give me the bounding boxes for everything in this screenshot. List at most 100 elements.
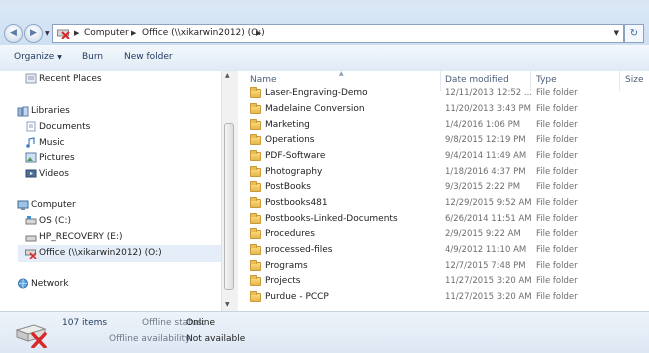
offline-availability-value: Not available [186, 334, 246, 344]
file-name: Marketing [265, 120, 310, 130]
file-name: Projects [265, 276, 301, 286]
file-type: File folder [536, 261, 578, 271]
scroll-down-icon[interactable]: ▼ [225, 301, 230, 308]
forward-button[interactable]: ▶ [24, 24, 43, 43]
table-row[interactable]: Purdue - PCCP 11/27/2015 3:20 AM File fo… [238, 290, 649, 306]
file-list: ▲ Name Date modified Type Size Laser-Eng… [238, 71, 649, 311]
sort-ascending-icon: ▲ [339, 71, 344, 77]
file-name: Postbooks481 [265, 198, 328, 208]
table-row[interactable]: processed-files 4/9/2012 11:10 AM File f… [238, 243, 649, 259]
table-row[interactable]: Postbooks-Linked-Documents 6/26/2014 11:… [238, 212, 649, 228]
scrollbar-thumb[interactable] [224, 123, 234, 290]
documents-icon [26, 121, 36, 132]
table-row[interactable]: Postbooks481 12/29/2015 9:52 AM File fol… [238, 196, 649, 212]
nav-item-recent-places[interactable]: Recent Places [39, 74, 102, 84]
details-pane: 107 items Offline status: Online Offline… [0, 311, 649, 353]
file-type: File folder [536, 198, 578, 208]
network-drive-disconnected-icon [57, 29, 70, 39]
file-date: 12/29/2015 9:52 AM [445, 198, 532, 208]
file-type: File folder [536, 214, 578, 224]
file-name: Postbooks-Linked-Documents [265, 214, 398, 224]
table-row[interactable]: Photography 1/18/2016 4:37 PM File folde… [238, 165, 649, 181]
offline-availability-label: Offline availability: [109, 334, 193, 344]
folder-icon [250, 275, 261, 286]
music-icon [26, 137, 35, 148]
file-date: 6/26/2014 11:51 AM [445, 214, 532, 224]
file-name: PDF-Software [265, 151, 326, 161]
nav-item-videos[interactable]: Videos [39, 169, 69, 179]
nav-item-music[interactable]: Music [39, 138, 65, 148]
nav-item-office-drive[interactable]: Office (\\xikarwin2012) (O:) [39, 248, 162, 258]
table-row[interactable]: PDF-Software 9/4/2014 11:49 AM File fold… [238, 149, 649, 165]
breadcrumb-computer[interactable]: Computer [84, 28, 129, 38]
table-row[interactable]: PostBooks 9/3/2015 2:22 PM File folder [238, 180, 649, 196]
recent-places-icon [25, 73, 37, 84]
navigation-pane: Recent Places Libraries Documents Music … [0, 71, 221, 311]
table-row[interactable]: Laser-Engraving-Demo 12/11/2013 12:52 ..… [238, 86, 649, 102]
folder-icon [250, 228, 261, 239]
folder-icon [250, 197, 261, 208]
nav-item-documents[interactable]: Documents [39, 122, 90, 132]
back-arrow-icon: ◀ [10, 28, 17, 38]
file-date: 12/7/2015 7:48 PM [445, 261, 526, 271]
command-bar: Organize ▼ Burn New folder [0, 45, 649, 72]
nav-item-libraries[interactable]: Libraries [31, 106, 70, 116]
organize-button[interactable]: Organize ▼ [14, 52, 62, 62]
file-date: 11/20/2013 3:43 PM [445, 104, 531, 114]
column-header-name[interactable]: Name [250, 75, 277, 85]
offline-status-value: Online [186, 318, 216, 328]
file-date: 9/3/2015 2:22 PM [445, 182, 521, 192]
table-row[interactable]: Procedures 2/9/2015 9:22 AM File folder [238, 227, 649, 243]
nav-item-os-drive[interactable]: OS (C:) [39, 216, 71, 226]
back-button[interactable]: ◀ [4, 24, 23, 43]
navigation-scrollbar[interactable]: ▲ ▼ [221, 71, 237, 311]
network-drive-disconnected-icon [15, 324, 47, 348]
folder-icon [250, 244, 261, 255]
column-header-date[interactable]: Date modified [445, 75, 509, 85]
history-dropdown-icon[interactable]: ▼ [45, 30, 50, 37]
os-drive-icon [25, 216, 37, 225]
folder-icon [250, 181, 261, 192]
nav-item-computer[interactable]: Computer [31, 200, 76, 210]
column-header-type[interactable]: Type [536, 75, 557, 85]
address-bar[interactable]: ▶ Computer ▶ Office (\\xikarwin2012) (O:… [52, 24, 624, 43]
file-type: File folder [536, 167, 578, 177]
table-row[interactable]: Madelaine Conversion 11/20/2013 3:43 PM … [238, 102, 649, 118]
new-folder-button[interactable]: New folder [124, 52, 173, 62]
burn-button[interactable]: Burn [82, 52, 103, 62]
breadcrumb-arrow-icon[interactable]: ▶ [74, 29, 79, 37]
address-row: ◀ ▶ ▼ ▶ Computer ▶ Office (\\xikarwin201… [0, 4, 649, 45]
file-type: File folder [536, 292, 578, 302]
table-row[interactable]: Marketing 1/4/2016 1:06 PM File folder [238, 118, 649, 134]
refresh-button[interactable]: ↻ [624, 24, 644, 43]
file-date: 1/4/2016 1:06 PM [445, 120, 521, 130]
nav-item-recovery-drive[interactable]: HP_RECOVERY (E:) [39, 232, 122, 242]
file-name: Procedures [265, 229, 315, 239]
organize-label: Organize [14, 52, 55, 62]
file-date: 9/8/2015 12:19 PM [445, 135, 526, 145]
folder-icon [250, 103, 261, 114]
nav-item-network[interactable]: Network [31, 279, 69, 289]
breadcrumb-arrow-icon[interactable]: ▶ [256, 29, 261, 37]
file-type: File folder [536, 104, 578, 114]
breadcrumb-office[interactable]: Office (\\xikarwin2012) (O:) [142, 28, 265, 38]
table-row[interactable]: Operations 9/8/2015 12:19 PM File folder [238, 133, 649, 149]
file-type: File folder [536, 245, 578, 255]
file-date: 9/4/2014 11:49 AM [445, 151, 527, 161]
scroll-up-icon[interactable]: ▲ [225, 72, 230, 79]
nav-item-pictures[interactable]: Pictures [39, 153, 75, 163]
file-type: File folder [536, 151, 578, 161]
file-name: Laser-Engraving-Demo [265, 88, 368, 98]
forward-arrow-icon: ▶ [30, 28, 37, 38]
address-dropdown-icon[interactable]: ▼ [614, 29, 619, 37]
table-row[interactable]: Projects 11/27/2015 3:20 AM File folder [238, 274, 649, 290]
file-type: File folder [536, 276, 578, 286]
table-row[interactable]: Programs 12/7/2015 7:48 PM File folder [238, 259, 649, 275]
folder-icon [250, 87, 261, 98]
folder-icon [250, 134, 261, 145]
item-count: 107 items [62, 318, 108, 328]
folder-icon [250, 291, 261, 302]
column-header-size[interactable]: Size [625, 75, 643, 85]
file-type: File folder [536, 229, 578, 239]
breadcrumb-arrow-icon[interactable]: ▶ [131, 29, 136, 37]
